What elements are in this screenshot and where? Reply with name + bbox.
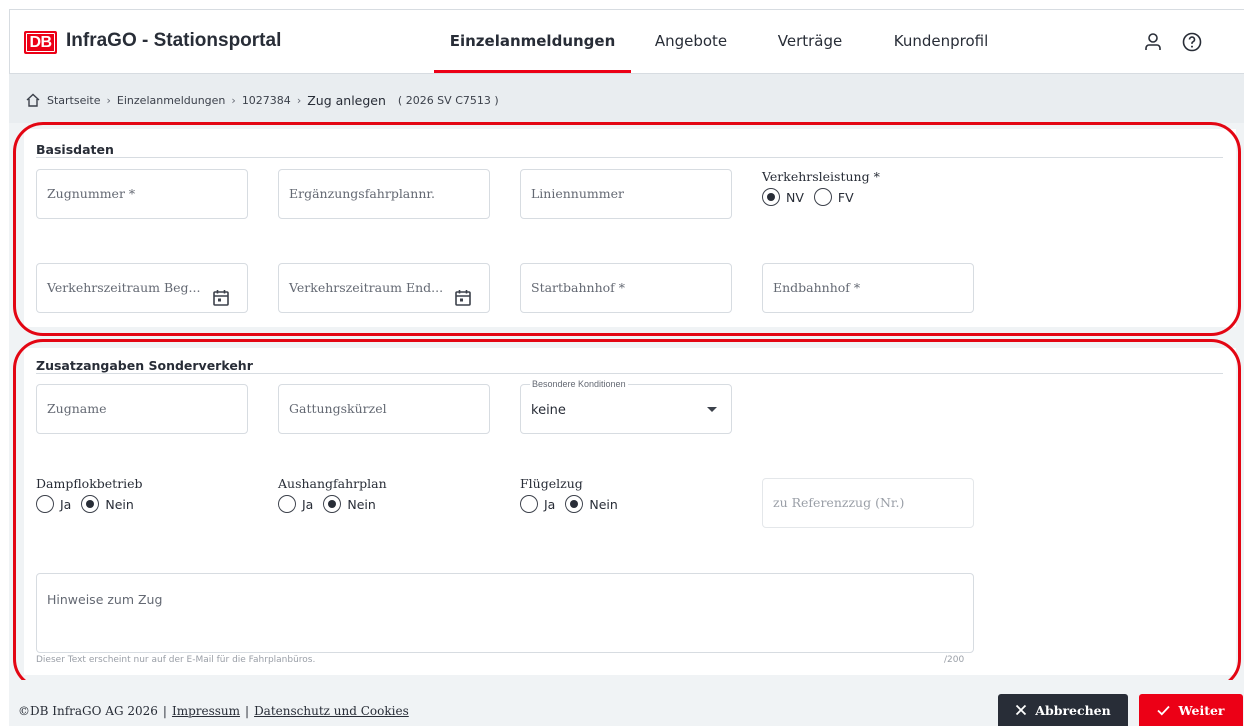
impressum-link[interactable]: Impressum (172, 704, 240, 718)
aushang-ja-radio[interactable] (278, 495, 296, 513)
nav-vertraege[interactable]: Verträge (770, 10, 850, 73)
hinweise-textarea[interactable]: Hinweise zum Zug (36, 573, 974, 653)
verkehrsleistung-radio-group: NV FV (762, 188, 864, 206)
breadcrumb-separator-icon: › (231, 93, 236, 107)
verkehrsleistung-fv-radio[interactable] (813, 188, 832, 206)
db-logo-text: DB (26, 33, 55, 52)
next-button[interactable]: Weiter (1139, 694, 1243, 726)
section-basisdaten: Basisdaten Zugnummer * Ergänzungsfahrpla… (24, 129, 1236, 327)
footer-links: ©DB InfraGO AG 2026 | Impressum | Datens… (18, 704, 409, 718)
verkehrszeitraum-ende-input[interactable]: Verkehrszeitraum End... (278, 263, 490, 313)
section-divider (36, 373, 1223, 374)
fluegel-nein-label[interactable]: Nein (589, 497, 617, 512)
referenzzug-input[interactable]: zu Referenzzug (Nr.) (762, 478, 974, 528)
dampflok-ja-label[interactable]: Ja (60, 497, 71, 512)
fluegel-nein-radio[interactable] (565, 495, 584, 513)
close-icon (1016, 704, 1027, 716)
app-title: InfraGO - Stationsportal (66, 30, 282, 51)
page-footer: ©DB InfraGO AG 2026 | Impressum | Datens… (9, 680, 1244, 726)
breadcrumb-startseite[interactable]: Startseite (47, 94, 101, 107)
user-icon[interactable] (1141, 30, 1165, 54)
fluegelzug-label: Flügelzug (520, 476, 583, 491)
zugnummer-input[interactable]: Zugnummer * (36, 169, 248, 219)
fluegelzug-radio-group: Ja Nein (520, 495, 628, 513)
home-icon[interactable] (25, 92, 41, 108)
dampflok-nein-radio[interactable] (81, 495, 100, 513)
zugname-input[interactable]: Zugname (36, 384, 248, 434)
app-header: DB InfraGO - Stationsportal Einzelanmeld… (9, 9, 1244, 73)
aushang-nein-radio[interactable] (323, 495, 342, 513)
aushang-ja-label[interactable]: Ja (302, 497, 313, 512)
dampflok-ja-radio[interactable] (36, 495, 54, 513)
verkehrszeitraum-beginn-text: Verkehrszeitraum Beg... (47, 280, 201, 295)
aushangfahrplan-label: Aushangfahrplan (278, 476, 387, 491)
dampflokbetrieb-label: Dampflokbetrieb (36, 476, 143, 491)
breadcrumb-order[interactable]: 1027384 (242, 94, 291, 107)
section-title-basisdaten: Basisdaten (36, 142, 114, 157)
breadcrumb: Startseite › Einzelanmeldungen › 1027384… (25, 92, 499, 108)
besondere-konditionen-select[interactable]: Besondere Konditionen keine (520, 378, 732, 434)
nav-einzelanmeldungen[interactable]: Einzelanmeldungen (434, 10, 631, 73)
footer-separator: | (162, 704, 167, 718)
verkehrsleistung-label: Verkehrsleistung * (762, 169, 880, 184)
breadcrumb-current: Zug anlegen (307, 92, 386, 108)
dampflokbetrieb-radio-group: Ja Nein (36, 495, 144, 513)
besondere-konditionen-label: Besondere Konditionen (530, 378, 628, 390)
cancel-button[interactable]: Abbrechen (998, 694, 1128, 726)
help-icon[interactable] (1180, 30, 1204, 54)
breadcrumb-einzelanmeldungen[interactable]: Einzelanmeldungen (117, 94, 225, 107)
calendar-icon[interactable] (212, 279, 230, 306)
section-title-zusatzangaben: Zusatzangaben Sonderverkehr (36, 358, 253, 373)
verkehrszeitraum-beginn-input[interactable]: Verkehrszeitraum Beg... (36, 263, 248, 313)
section-divider (36, 157, 1223, 158)
dropdown-arrow-icon (707, 407, 717, 412)
fluegel-ja-label[interactable]: Ja (544, 497, 555, 512)
cancel-button-label: Abbrechen (1035, 702, 1111, 718)
besondere-konditionen-value: keine (531, 403, 566, 418)
nav-angebote[interactable]: Angebote (651, 10, 731, 73)
verkehrsleistung-nv-label[interactable]: NV (786, 190, 804, 205)
liniennummer-input[interactable]: Liniennummer (520, 169, 732, 219)
breadcrumb-separator-icon: › (106, 93, 111, 107)
aushang-nein-label[interactable]: Nein (347, 497, 375, 512)
startbahnhof-input[interactable]: Startbahnhof * (520, 263, 732, 313)
endbahnhof-input[interactable]: Endbahnhof * (762, 263, 974, 313)
calendar-icon[interactable] (454, 279, 472, 306)
dampflok-nein-label[interactable]: Nein (105, 497, 133, 512)
db-logo: DB (24, 31, 57, 54)
breadcrumb-reference: ( 2026 SV C7513 ) (397, 93, 499, 107)
ergaenzungsfahrplannr-input[interactable]: Ergänzungsfahrplannr. (278, 169, 490, 219)
verkehrsleistung-fv-label[interactable]: FV (838, 190, 854, 205)
hinweise-hint: Dieser Text erscheint nur auf der E-Mail… (36, 655, 316, 665)
gattungskuerzel-input[interactable]: Gattungskürzel (278, 384, 490, 434)
next-button-label: Weiter (1178, 702, 1225, 718)
verkehrsleistung-nv-radio[interactable] (762, 188, 780, 206)
nav-kundenprofil[interactable]: Kundenprofil (881, 10, 1001, 73)
form-content: Basisdaten Zugnummer * Ergänzungsfahrpla… (9, 123, 1244, 680)
copyright-text: ©DB InfraGO AG 2026 (18, 704, 158, 718)
breadcrumb-bar: Startseite › Einzelanmeldungen › 1027384… (9, 73, 1244, 123)
check-icon (1157, 705, 1171, 715)
breadcrumb-separator-icon: › (296, 93, 302, 107)
hinweise-char-counter: /200 (944, 655, 965, 665)
fluegel-ja-radio[interactable] (520, 495, 538, 513)
datenschutz-link[interactable]: Datenschutz und Cookies (254, 704, 409, 718)
aushangfahrplan-radio-group: Ja Nein (278, 495, 386, 513)
section-zusatzangaben: Zusatzangaben Sonderverkehr Zugname Gatt… (24, 348, 1236, 675)
verkehrszeitraum-ende-text: Verkehrszeitraum End... (289, 280, 444, 295)
footer-separator: | (245, 704, 250, 718)
